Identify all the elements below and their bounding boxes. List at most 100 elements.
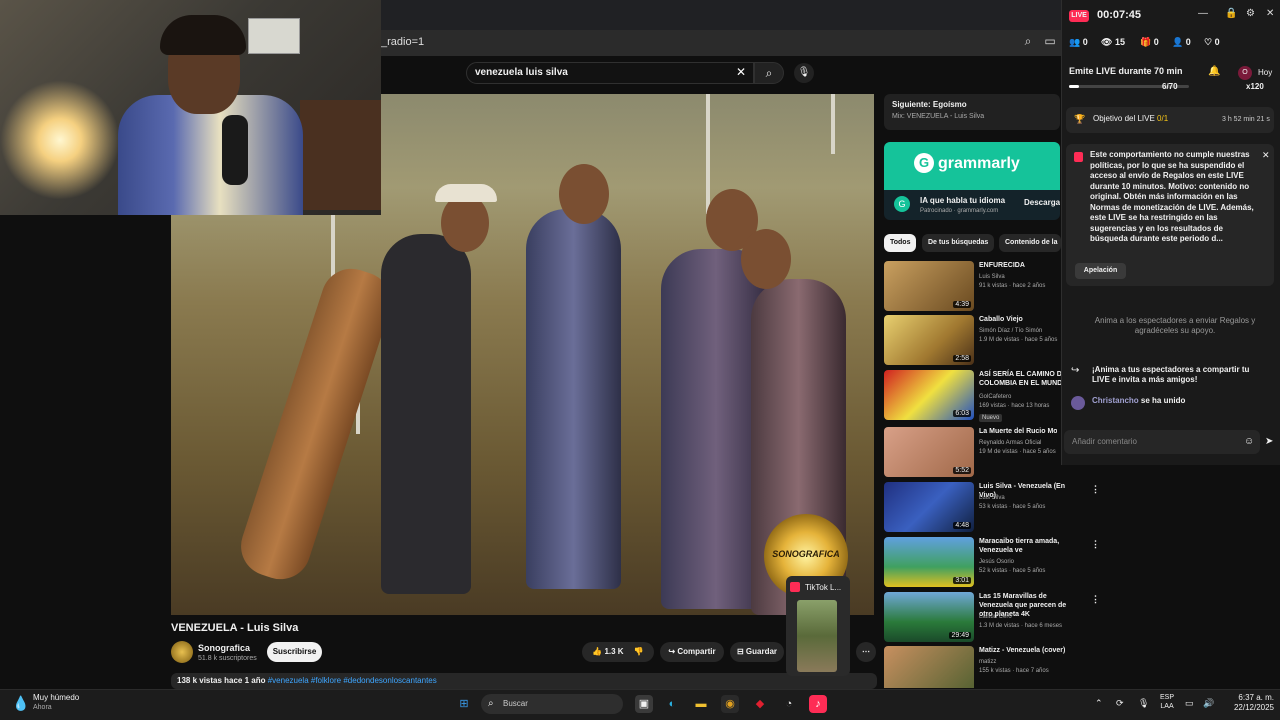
file-explorer-icon[interactable]: ▬	[692, 695, 710, 713]
description-box[interactable]: 138 k vistas hace 1 año #venezuela #folk…	[171, 673, 877, 689]
send-icon[interactable]: ➤	[1265, 436, 1273, 447]
mic-button[interactable]: 🎙	[794, 63, 814, 83]
gifts-stat: 🎁 0	[1140, 37, 1159, 48]
ad-card[interactable]: G grammarly G IA que habla tu idioma Pat…	[884, 142, 1060, 220]
avatar[interactable]	[171, 641, 193, 663]
share-button[interactable]: ↪ Compartir	[660, 642, 724, 662]
sync-icon[interactable]: ⟳	[1116, 698, 1124, 709]
like-icon[interactable]: 👍	[592, 647, 602, 656]
video-thumbnail[interactable]: 4:48	[884, 482, 974, 532]
more-vert-icon[interactable]: ⋮	[1091, 594, 1100, 605]
hashtags[interactable]: #venezuela #folklore #dedondesonloscanta…	[268, 676, 437, 685]
more-vert-icon[interactable]: ⋮	[1091, 648, 1094, 659]
joined-user[interactable]: Christancho	[1092, 396, 1139, 405]
video-thumbnail[interactable]: 29:49	[884, 592, 974, 642]
language-indicator[interactable]: ESP LAA	[1160, 693, 1174, 711]
video-thumbnail[interactable]: 6:03	[884, 370, 974, 420]
mission-text: Emite LIVE durante 70 min	[1069, 66, 1183, 76]
task-view-icon[interactable]: ▣	[635, 695, 653, 713]
ad-cta-button[interactable]: Descarga	[1024, 198, 1060, 207]
close-icon[interactable]: ✕	[1266, 8, 1274, 19]
viewers-count: 0	[1082, 37, 1088, 47]
user-plus-icon: 👤	[1172, 37, 1184, 47]
channel-name[interactable]: Sonografica	[198, 643, 250, 653]
bell-icon[interactable]: 🔔	[1208, 66, 1220, 77]
rec-channel[interactable]: Luis Silva	[979, 495, 1005, 501]
search-input[interactable]: venezuela luis silva	[466, 62, 754, 84]
gear-icon[interactable]: ⚙	[1246, 8, 1255, 19]
tiktok-icon	[790, 582, 800, 592]
weather-icon[interactable]: 💧	[12, 695, 29, 712]
video-thumbnail[interactable]: 3:01	[884, 537, 974, 587]
tiktok-icon[interactable]: ♪	[809, 695, 827, 713]
mic-icon[interactable]: 🎙	[1138, 698, 1149, 709]
rec-meta: 1.3 M de vistas · hace 6 meses	[979, 623, 1063, 629]
app-icon[interactable]: ◔	[780, 695, 798, 713]
chip-from-searches[interactable]: De tus búsquedas	[922, 234, 995, 252]
clock[interactable]: 6:37 a. m. 22/12/2025	[1222, 693, 1274, 713]
weather-text[interactable]: Muy húmedo	[33, 693, 79, 702]
video-thumbnail[interactable]: 4:39	[884, 261, 974, 311]
dislike-icon[interactable]: 👎	[634, 647, 644, 656]
chip-all[interactable]: Todos	[884, 234, 917, 252]
musician	[381, 234, 471, 594]
list-item[interactable]: 29:49 Las 15 Maravillas de Venezuela que…	[884, 592, 1100, 644]
list-item[interactable]: Matizz - Venezuela (cover) matizz 155 k …	[884, 646, 1094, 688]
lock-icon[interactable]: 🔒	[1225, 8, 1237, 19]
comment-input[interactable]: Añadir comentario	[1064, 430, 1260, 454]
warning-icon	[1074, 152, 1083, 162]
save-button[interactable]: ⊟ Guardar	[730, 642, 784, 662]
rec-channel[interactable]: Latitud Cero	[979, 614, 1012, 620]
more-actions-button[interactable]: ⋯	[856, 642, 876, 662]
rec-title[interactable]: ASÍ SERÍA EL CAMINO DE COLOMBIA EN EL MU…	[979, 370, 1074, 388]
rec-channel[interactable]: Simón Díaz / Tío Simón	[979, 328, 1042, 334]
list-item[interactable]: 3:01 Maracaibo tierra amada, Venezuela v…	[884, 537, 1100, 589]
video-thumbnail[interactable]: 2:58	[884, 315, 974, 365]
video-thumbnail[interactable]: 5:52	[884, 427, 974, 477]
next-up-card[interactable]: Siguiente: Egoísmo Mix: VENEZUELA - Luis…	[884, 94, 1060, 130]
more-vert-icon[interactable]: ⋮	[1091, 539, 1100, 550]
cast-icon[interactable]: ▭	[1042, 34, 1058, 48]
taskbar-search[interactable]: Buscar	[481, 694, 623, 714]
volume-icon[interactable]: 🔊	[1203, 698, 1214, 709]
emoji-icon[interactable]: ☺	[1244, 436, 1254, 447]
subscribe-button[interactable]: Suscribirse	[267, 642, 322, 662]
grammarly-logo-icon: G	[914, 153, 934, 173]
address-url[interactable]: _radio=1	[381, 36, 424, 48]
avatar[interactable]: O	[1238, 66, 1252, 80]
chrome-icon[interactable]: ◉	[721, 695, 739, 713]
followers-stat: 👤 0	[1172, 37, 1191, 48]
rec-title[interactable]: La Muerte del Rucio Moro	[979, 427, 1057, 436]
close-icon[interactable]: ✕	[736, 65, 746, 79]
network-icon[interactable]: ▭	[1185, 698, 1194, 709]
viewers-stat: 👥 0	[1069, 37, 1088, 48]
preview-thumbnail[interactable]	[797, 600, 837, 672]
views-stat: 👁 15	[1101, 37, 1125, 48]
list-item[interactable]: 4:48 Luis Silva - Venezuela (En Vivo) Lu…	[884, 482, 1100, 534]
rec-meta: 169 vistas · hace 13 horas	[979, 403, 1050, 409]
rec-channel[interactable]: Luis Silva	[979, 274, 1005, 280]
share-icon: ↪	[668, 647, 676, 656]
app-icon[interactable]: ◆	[751, 695, 769, 713]
rec-title[interactable]: Matizz - Venezuela (cover)	[979, 646, 1079, 655]
chip-content[interactable]: Contenido de la	[999, 234, 1061, 252]
rec-channel[interactable]: matizz	[979, 659, 996, 665]
duration: 2:58	[953, 355, 971, 362]
rec-channel[interactable]: Jesús Osorio	[979, 559, 1014, 565]
more-vert-icon[interactable]: ⋮	[1091, 484, 1100, 495]
person-hair	[160, 15, 246, 55]
rec-title[interactable]: Maracaibo tierra amada, Venezuela ve	[979, 537, 1079, 555]
appeal-button[interactable]: Apelación	[1075, 263, 1126, 279]
search-button[interactable]: ⌕	[754, 62, 784, 84]
like-dislike-group[interactable]: 👍 1.3 K 👎	[582, 642, 654, 662]
chevron-up-icon[interactable]: ⌃	[1095, 698, 1103, 709]
windows-start-icon[interactable]: ⊞	[455, 695, 473, 713]
minimize-icon[interactable]: —	[1198, 8, 1208, 19]
rec-channel[interactable]: Reynaldo Armas Oficial	[979, 440, 1041, 446]
edge-icon[interactable]: ◐	[663, 695, 681, 713]
close-icon[interactable]: ✕	[1262, 150, 1270, 161]
video-thumbnail[interactable]	[884, 646, 974, 688]
tree-trunk	[831, 94, 835, 154]
rec-channel[interactable]: GolCafetero	[979, 394, 1011, 400]
zoom-icon[interactable]: ⌕	[1020, 34, 1036, 49]
